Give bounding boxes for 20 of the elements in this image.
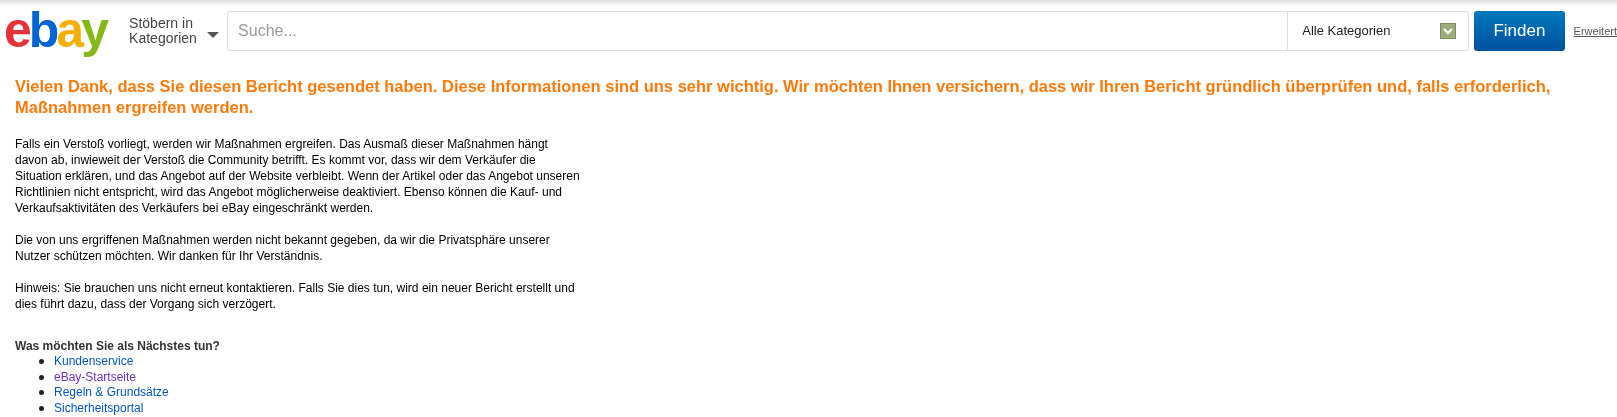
advanced-search-link[interactable]: Erweitert bbox=[1573, 22, 1617, 40]
caret-icon bbox=[207, 32, 220, 38]
bullet-icon bbox=[39, 405, 44, 411]
bullet-icon bbox=[39, 374, 44, 380]
search-button[interactable]: Finden bbox=[1474, 11, 1565, 51]
info-paragraph: Die von uns ergriffenen Maßnahmen werden nicht bekannt gegeben, da wir die Privatsphäre unserer Nutzer schützen möchten. Wir danken für Ihr Verständnis. bbox=[15, 232, 551, 264]
bullet-icon bbox=[39, 390, 44, 396]
browse-categories-link[interactable]: Stöbern in Kategorien bbox=[129, 16, 208, 46]
bullet-icon bbox=[39, 359, 44, 365]
link[interactable]: Sicherheitsportal bbox=[54, 400, 144, 416]
logo[interactable]: ebay bbox=[4, 2, 122, 60]
search-field[interactable]: Suche... bbox=[227, 11, 1288, 51]
confirmation-heading: Vielen Dank, dass Sie diesen Bericht gesendet haben. Diese Informationen sind uns sehr wichtig. Wir möchten Ihnen versichern, dass wir Ihren Bericht gründlich überprüfen und, falls erforderlich, Maßnahmen ergreifen werden. bbox=[15, 76, 1552, 118]
info-paragraph: Falls ein Verstoß vorliegt, werden wir Maßnahmen ergreifen. Das Ausmaß dieser Maßnahmen hängt davon ab, inwieweit der Verstoß die Community betrifft. Es kommt vor, dass wir dem Verkäufer die Situation erklären, und das Angebot auf der Website verbleibt. Wenn der Artikel oder das Angebot unseren Richtlinien nicht entspricht, wird das Angebot möglicherweise deaktiviert. Ebenso können die Kauf- und Verkaufsaktivitäten des Verkäufers bei eBay eingeschränkt werden. bbox=[15, 136, 581, 216]
next-steps-heading: Was möchten Sie als Nächstes tun? bbox=[15, 338, 221, 354]
link[interactable]: Kundenservice bbox=[54, 354, 134, 370]
link[interactable]: eBay-Startseite bbox=[54, 369, 137, 385]
category-select[interactable]: Alle Kategorien bbox=[1287, 11, 1470, 51]
info-paragraph: Hinweis: Sie brauchen uns nicht erneut kontaktieren. Falls Sie dies tun, wird ein neuer Bericht erstellt und dies führt dazu, dass der Vorgang sich verzögert. bbox=[15, 280, 576, 312]
link[interactable]: Regeln & Grundsätze bbox=[54, 385, 169, 401]
